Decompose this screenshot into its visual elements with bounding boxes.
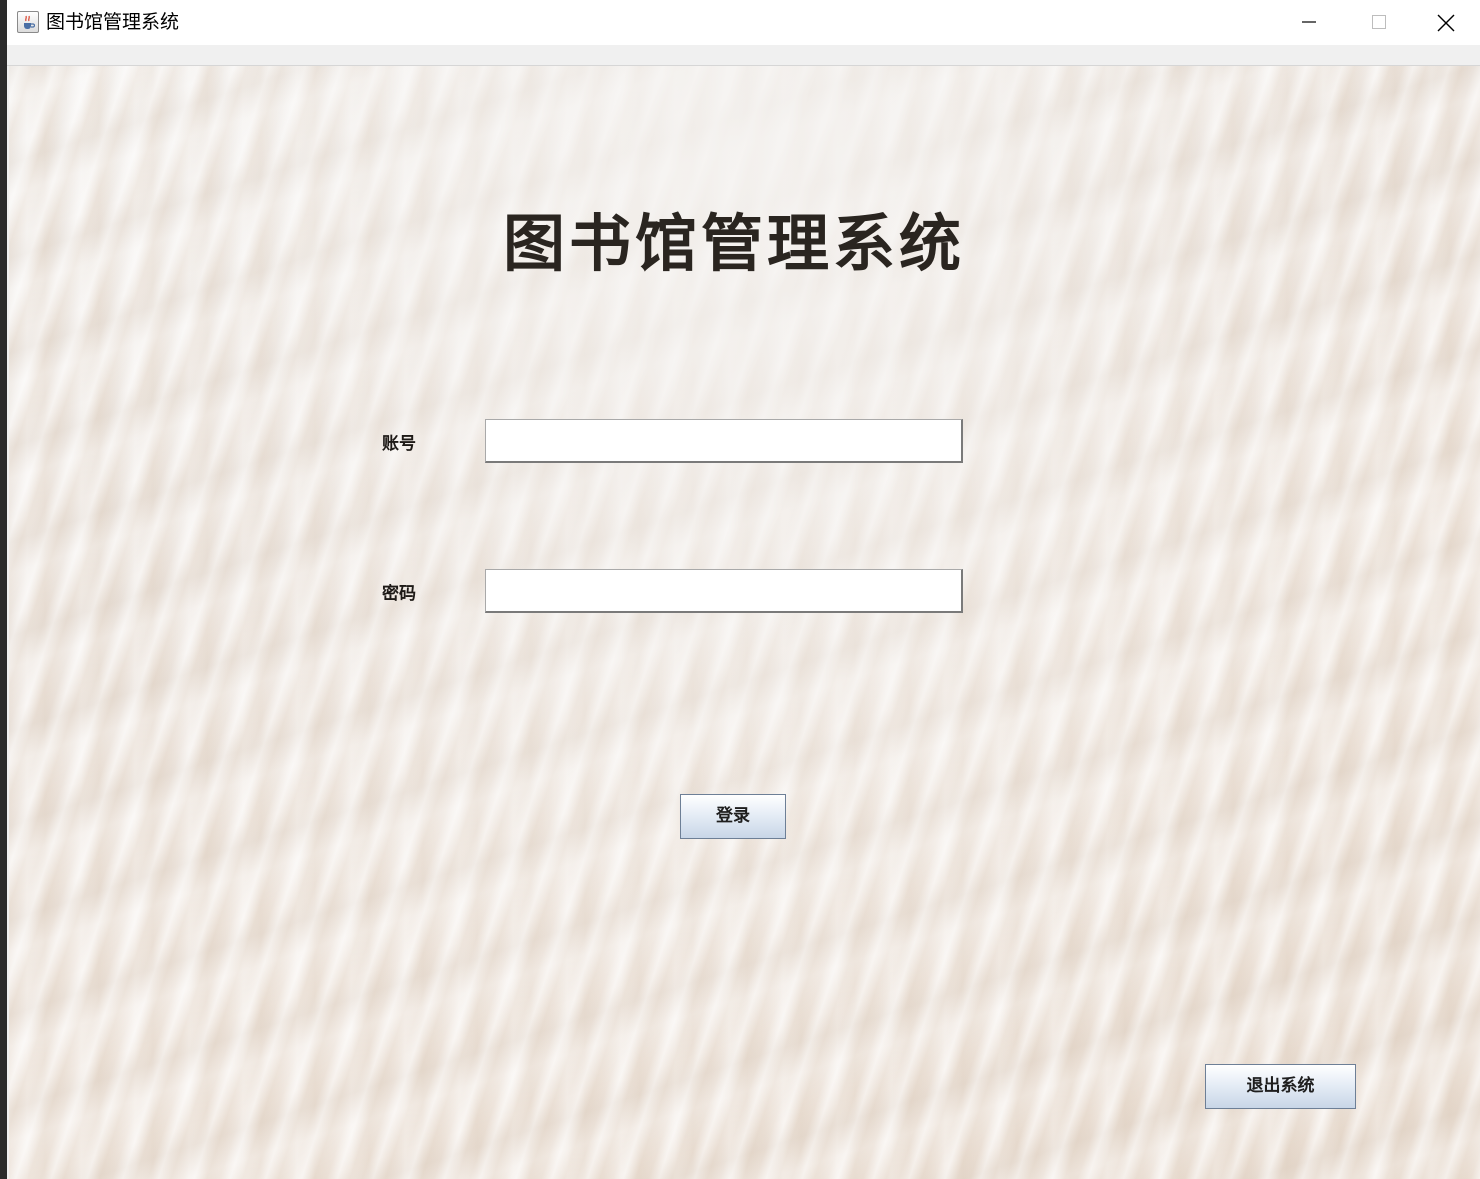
maximize-icon bbox=[1372, 15, 1386, 29]
title-bar[interactable]: 图书馆管理系统 bbox=[7, 0, 1480, 45]
window-title: 图书馆管理系统 bbox=[46, 11, 180, 33]
menu-bar bbox=[7, 45, 1480, 66]
maximize-button[interactable] bbox=[1344, 0, 1414, 45]
account-label: 账号 bbox=[382, 434, 416, 454]
java-cup-icon bbox=[17, 11, 39, 33]
exit-system-button[interactable]: 退出系统 bbox=[1205, 1064, 1356, 1109]
minimize-button[interactable] bbox=[1274, 0, 1344, 45]
password-label: 密码 bbox=[382, 584, 416, 604]
minimize-icon bbox=[1302, 21, 1316, 23]
app-window: 图书馆管理系统 图书馆管理系统 账号 密码 登录 退出系统 bbox=[7, 0, 1480, 1179]
password-input[interactable] bbox=[485, 569, 963, 613]
login-button[interactable]: 登录 bbox=[680, 794, 786, 839]
close-button[interactable] bbox=[1410, 0, 1480, 45]
close-icon bbox=[1437, 14, 1455, 32]
page-title: 图书馆管理系统 bbox=[502, 207, 965, 280]
account-input[interactable] bbox=[485, 419, 963, 463]
login-panel: 图书馆管理系统 账号 密码 登录 退出系统 bbox=[9, 66, 1480, 1179]
